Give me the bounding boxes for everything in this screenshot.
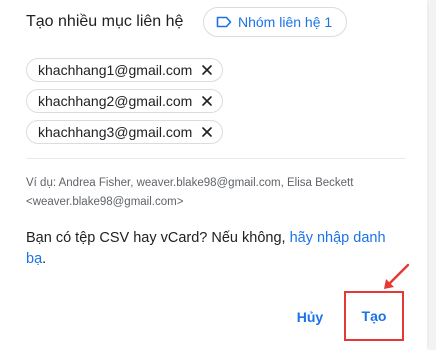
contact-group-label: Nhóm liên hệ 1 xyxy=(238,14,333,30)
email-chip: khachhang2@gmail.com xyxy=(26,89,224,113)
arrow-icon xyxy=(384,263,410,289)
close-icon[interactable] xyxy=(198,61,216,79)
email-chip-text: khachhang1@gmail.com xyxy=(38,62,193,78)
cancel-button[interactable]: Hủy xyxy=(292,302,328,332)
email-chip-text: khachhang2@gmail.com xyxy=(38,93,193,109)
dialog-title: Tạo nhiều mục liên hệ xyxy=(26,13,184,30)
email-chip-text: khachhang3@gmail.com xyxy=(38,124,193,140)
csv-note-text: Bạn có tệp CSV hay vCard? Nếu không, xyxy=(26,230,290,246)
page: Tạo nhiều mục liên hệ Nhóm liên hệ 1 kha… xyxy=(0,0,436,350)
email-chip: khachhang3@gmail.com xyxy=(26,120,224,144)
close-icon[interactable] xyxy=(198,123,216,141)
example-hint: Ví dụ: Andrea Fisher, weaver.blake98@gma… xyxy=(26,177,354,208)
contact-group-chip[interactable]: Nhóm liên hệ 1 xyxy=(203,7,348,37)
close-icon[interactable] xyxy=(198,92,216,110)
create-multiple-contacts-dialog: Tạo nhiều mục liên hệ Nhóm liên hệ 1 kha… xyxy=(0,0,427,350)
background-edge xyxy=(430,0,436,350)
create-button[interactable]: Tạo xyxy=(344,291,404,341)
input-underline xyxy=(26,158,406,159)
label-icon xyxy=(216,16,232,28)
csv-note-suffix: . xyxy=(42,251,47,267)
email-chip: khachhang1@gmail.com xyxy=(26,58,224,82)
csv-import-note: Bạn có tệp CSV hay vCard? Nếu không, hãy… xyxy=(26,228,406,270)
